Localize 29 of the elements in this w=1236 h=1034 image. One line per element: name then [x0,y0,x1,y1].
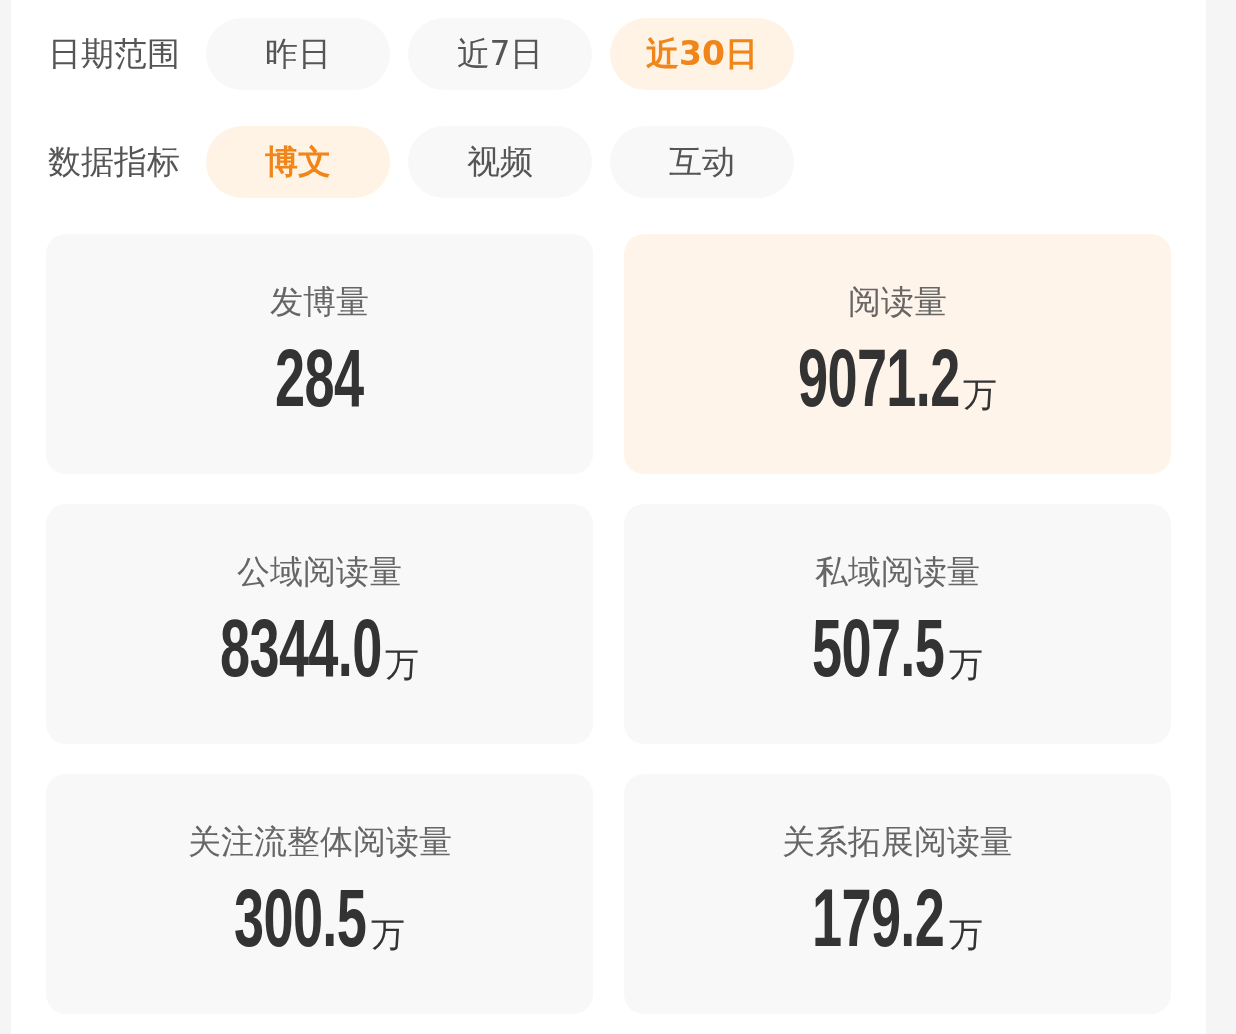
unit-label: 万 [948,913,983,956]
metric-label: 公域阅读量 [237,552,402,592]
metric-card[interactable]: 关系拓展阅读量 179.2万 [624,774,1171,1014]
metric-label: 关系拓展阅读量 [782,822,1013,862]
metric-label: 发博量 [270,282,369,322]
metric-value: 507.5 [812,608,945,688]
unit-label: 万 [370,913,405,956]
unit-label: 万 [385,643,420,686]
filter-label: 日期范围 [48,32,181,75]
filter-chip[interactable]: 互动 [610,126,794,198]
metric-card[interactable]: 阅读量 9071.2万 [624,234,1171,474]
metric-value: 8344.0 [219,608,382,688]
filter-chip[interactable]: 昨日 [206,18,390,90]
metric-value: 300.5 [234,878,367,958]
metric-label: 私域阅读量 [815,552,980,592]
unit-label: 万 [963,373,998,416]
metric-card[interactable]: 关注流整体阅读量 300.5万 [46,774,593,1014]
metric-value: 179.2 [812,878,945,958]
metric-card[interactable]: 发博量 284 [46,234,593,474]
filter-chip[interactable]: 视频 [408,126,592,198]
metric-card[interactable]: 公域阅读量 8344.0万 [46,504,593,744]
metric-card[interactable]: 私域阅读量 507.5万 [624,504,1171,744]
metric-value: 284 [275,338,364,418]
filter-label: 数据指标 [48,140,181,183]
metric-value: 9071.2 [797,338,960,418]
metric-label: 关注流整体阅读量 [187,822,452,862]
unit-label: 万 [948,643,983,686]
metric-label: 阅读量 [848,282,947,322]
filter-chip[interactable]: 近7日 [408,18,592,90]
